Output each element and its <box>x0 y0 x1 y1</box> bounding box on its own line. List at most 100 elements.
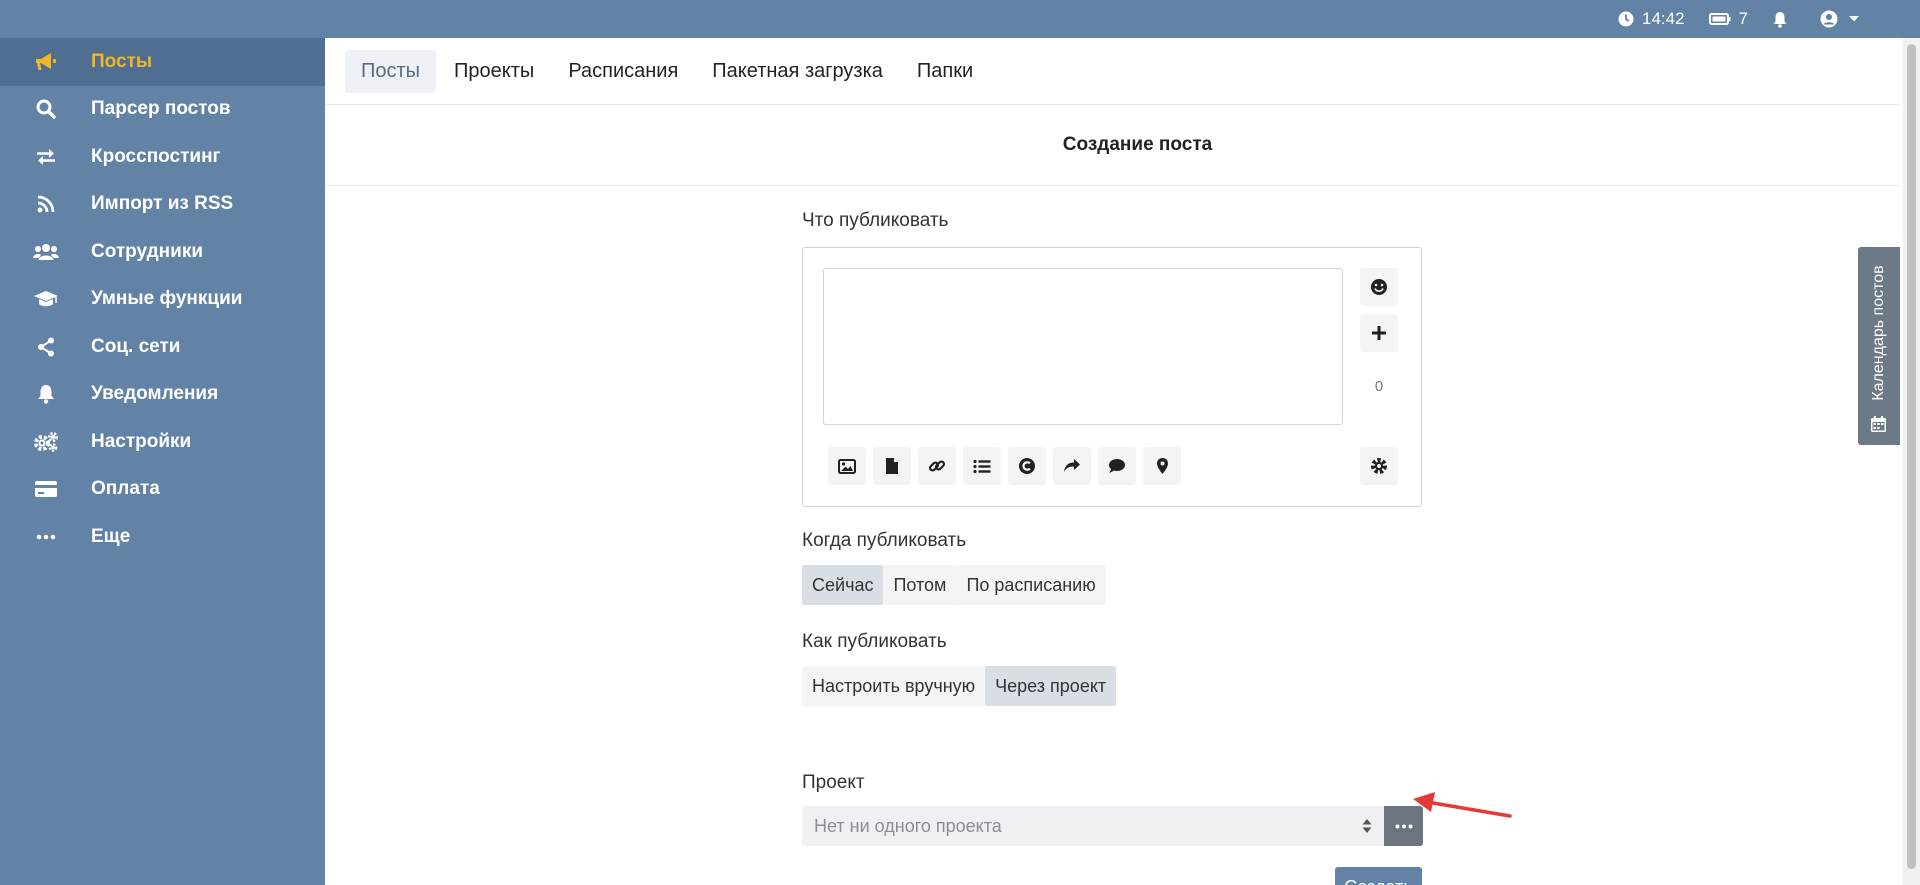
counter-value: 7 <box>1738 9 1748 28</box>
sidebar-item-posts[interactable]: Посты <box>0 38 325 86</box>
when-scheduled-option[interactable]: По расписанию <box>956 565 1106 605</box>
scrollbar-thumb[interactable] <box>1907 44 1916 869</box>
share-arrow-icon <box>1064 459 1080 472</box>
tab-folders[interactable]: Папки <box>901 50 989 93</box>
map-marker-icon <box>1156 458 1168 474</box>
sidebar-item-settings[interactable]: Настройки <box>0 418 325 466</box>
smile-icon <box>1371 279 1387 295</box>
sidebar-item-label: Импорт из RSS <box>91 193 234 215</box>
graduation-cap-icon <box>0 290 91 308</box>
sidebar-item-label: Соц. сети <box>91 335 181 357</box>
sidebar-item-label: Парсер постов <box>91 98 231 120</box>
when-to-publish-label: Когда публиковать <box>802 530 967 551</box>
project-select-row: Нет ни одного проекта .dots-btn svg circ… <box>802 806 1423 846</box>
emoji-button[interactable] <box>1360 268 1398 306</box>
project-select[interactable]: Нет ни одного проекта <box>802 806 1384 846</box>
calendar-tab-label: Календарь постов <box>1870 265 1887 401</box>
sidebar-item-label: Настройки <box>91 430 192 452</box>
sidebar-item-employees[interactable]: Сотрудники <box>0 228 325 276</box>
tab-posts[interactable]: Посты <box>345 49 437 93</box>
create-button[interactable]: Создать <box>1335 867 1422 885</box>
gear-icon <box>1371 458 1387 474</box>
sidebar-item-rss-import[interactable]: Импорт из RSS <box>0 181 325 229</box>
rss-icon <box>0 195 91 213</box>
sidebar-item-social-networks[interactable]: Соц. сети <box>0 323 325 371</box>
link-icon <box>928 460 946 472</box>
sidebar-item-payment[interactable]: Оплата <box>0 466 325 514</box>
clock-icon <box>1618 11 1634 27</box>
location-button[interactable] <box>1143 447 1181 485</box>
image-button[interactable] <box>828 447 866 485</box>
users-icon <box>0 243 91 261</box>
top-bar: 14:42 7 <box>0 0 1920 38</box>
sidebar-item-crossposting[interactable]: Кросспостинг <box>0 133 325 181</box>
posts-calendar-tab[interactable]: Календарь постов <box>1858 247 1900 445</box>
page-scrollbar[interactable] <box>1903 38 1920 885</box>
sidebar-item-notifications[interactable]: Уведомления <box>0 371 325 419</box>
page-title: Создание поста <box>1062 134 1213 155</box>
sidebar-item-post-parser[interactable]: Парсер постов <box>0 86 325 134</box>
sidebar-item-label: Еще <box>91 525 131 547</box>
ellipsis-icon <box>0 534 91 540</box>
copyright-icon <box>1019 458 1035 474</box>
bell-icon <box>0 384 91 404</box>
user-menu-button[interactable] <box>1820 10 1868 28</box>
document-button[interactable] <box>873 447 911 485</box>
main-content: Посты Проекты Расписания Пакетная загруз… <box>325 38 1900 885</box>
tab-bar: Посты Проекты Расписания Пакетная загруз… <box>325 38 1900 105</box>
list-icon <box>973 459 991 473</box>
calendar-icon <box>1871 416 1886 432</box>
caret-down-icon <box>1849 16 1859 22</box>
sidebar-item-smart-functions[interactable]: Умные функции <box>0 276 325 324</box>
battery-indicator[interactable]: 7 <box>1708 9 1748 29</box>
editor-toolbar <box>828 447 1188 485</box>
clock-indicator: 14:42 <box>1618 9 1685 29</box>
cogs-icon <box>0 431 91 452</box>
sidebar-item-more[interactable]: Еще <box>0 513 325 561</box>
clock-time: 14:42 <box>1641 9 1685 28</box>
char-counter: 0 <box>1374 378 1384 395</box>
when-publish-group: Сейчас Потом По расписанию <box>802 565 1106 605</box>
tab-schedules[interactable]: Расписания <box>552 50 694 93</box>
credit-card-icon <box>0 480 91 498</box>
topbar-status: 14:42 7 <box>1594 0 1868 38</box>
comment-button[interactable] <box>1098 447 1136 485</box>
post-editor: 0 <box>802 247 1422 507</box>
annotation-arrow <box>1413 792 1512 818</box>
repost-button[interactable] <box>1053 447 1091 485</box>
sidebar: Посты Парсер постов Кросспостинг Импорт … <box>0 38 325 885</box>
share-icon <box>0 337 91 357</box>
add-button[interactable] <box>1360 314 1398 352</box>
sidebar-item-label: Посты <box>91 50 153 72</box>
when-later-option[interactable]: Потом <box>883 565 957 605</box>
how-project-option[interactable]: Через проект <box>985 666 1117 706</box>
plus-icon <box>1372 326 1386 340</box>
sidebar-item-label: Умные функции <box>91 288 243 310</box>
sidebar-item-label: Уведомления <box>91 383 219 405</box>
what-to-publish-label: Что публиковать <box>802 210 949 231</box>
copyright-button[interactable] <box>1008 447 1046 485</box>
search-icon <box>0 99 91 119</box>
sort-icon <box>1362 819 1372 833</box>
project-label: Проект <box>802 772 865 793</box>
post-text-input[interactable] <box>823 268 1343 425</box>
list-button[interactable] <box>963 447 1001 485</box>
exchange-icon <box>0 148 91 166</box>
tab-batch-upload[interactable]: Пакетная загрузка <box>696 50 899 93</box>
how-manual-option[interactable]: Настроить вручную <box>802 666 986 706</box>
notifications-button[interactable] <box>1772 11 1796 28</box>
link-button[interactable] <box>918 447 956 485</box>
user-circle-icon <box>1820 10 1838 28</box>
image-icon <box>838 458 856 474</box>
sidebar-item-label: Оплата <box>91 478 160 500</box>
battery-icon <box>1708 13 1731 25</box>
project-select-value: Нет ни одного проекта <box>814 815 1002 836</box>
editor-settings-button[interactable] <box>1360 447 1398 485</box>
megaphone-icon <box>0 52 91 72</box>
when-now-option[interactable]: Сейчас <box>802 565 884 605</box>
file-icon <box>886 458 898 474</box>
how-publish-group: Настроить вручную Через проект <box>802 666 1117 706</box>
sidebar-item-label: Кросспостинг <box>91 145 221 167</box>
tab-projects[interactable]: Проекты <box>438 50 550 93</box>
page-header: Создание поста <box>325 105 1900 186</box>
